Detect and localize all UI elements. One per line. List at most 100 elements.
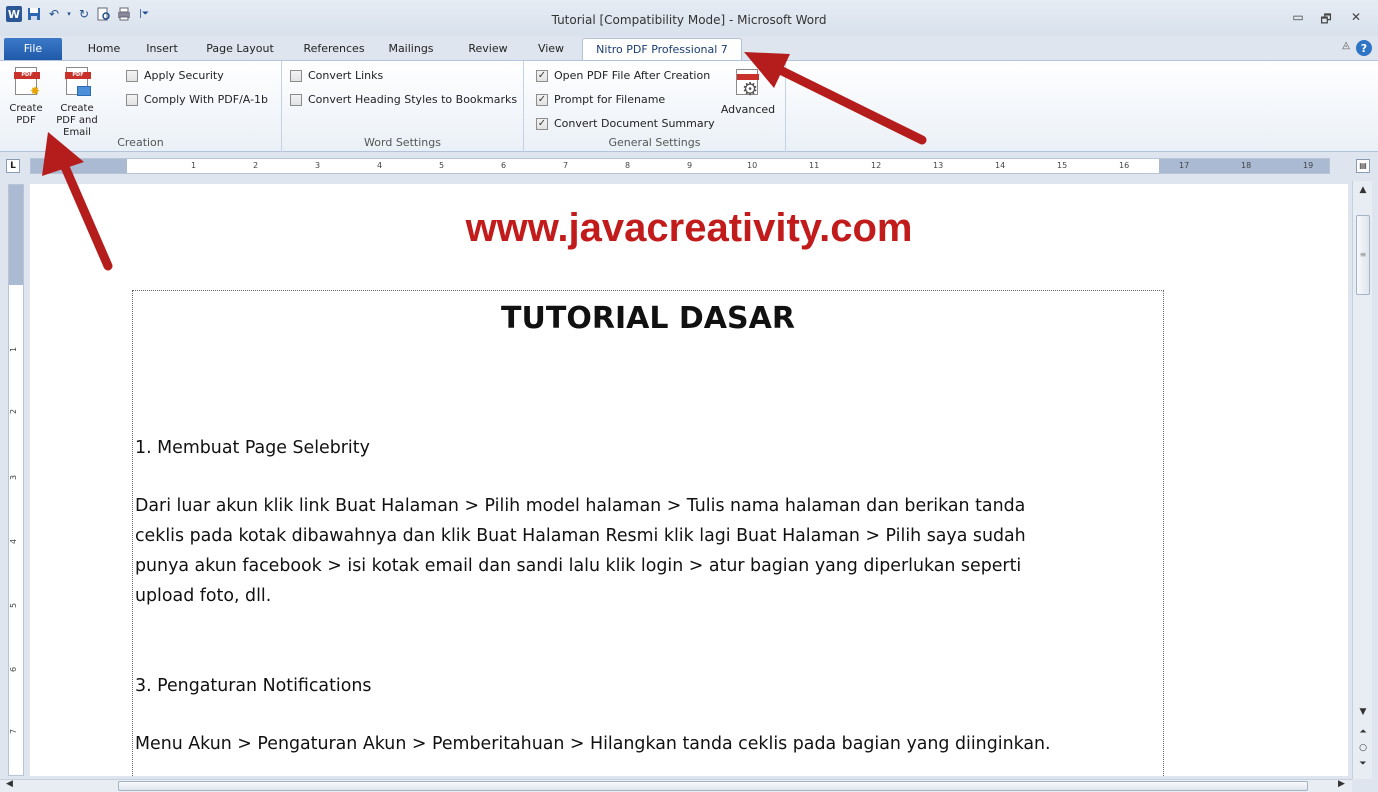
window-title: Tutorial [Compatibility Mode] - Microsof… [551,13,827,27]
checkbox-box [290,93,302,106]
watermark-text: www.javacreativity.com [465,206,913,250]
ruler-number: 6 [501,161,507,170]
ruler-number: 13 [933,161,944,170]
tab-file[interactable]: File [4,38,62,60]
ruler-number: 18 [1241,161,1252,170]
tab-view[interactable]: View [528,38,574,60]
ruler-number: 19 [1303,161,1314,170]
checkbox-checked: ✓ [536,69,548,82]
help-icon[interactable]: ? [1356,40,1372,56]
close-button[interactable]: ✕ [1344,10,1368,26]
create-pdf-icon: PDF ✸ [11,67,41,99]
document-heading: TUTORIAL DASAR [501,301,795,336]
ruler-number: 7 [9,728,19,735]
tab-mailings[interactable]: Mailings [380,38,442,60]
advanced-settings-icon: ⚙ [734,69,762,100]
vertical-scrollbar[interactable]: ▲ ≡ ▼ ⏶ ○ ⏷ [1352,181,1372,779]
create-pdf-button[interactable]: PDF ✸ Create PDF [8,67,44,127]
comply-pdfa-label: Comply With PDF/A-1b [144,93,269,106]
text-box-frame[interactable]: TUTORIAL DASAR 1. Membuat Page Selebrity… [132,290,1164,776]
checkbox-box [126,93,138,106]
group-label-word-settings: Word Settings [364,136,441,149]
ruler-top-margin [9,185,23,285]
apply-security-label: Apply Security [144,69,224,82]
scroll-right-icon[interactable]: ▶ [1338,779,1345,789]
ruler-number: 16 [1119,161,1130,170]
checkbox-checked: ✓ [536,117,548,130]
vertical-scroll-thumb[interactable]: ≡ [1356,215,1370,295]
vertical-ruler[interactable]: 1 2 3 4 5 6 7 [8,184,24,776]
section-title: 1. Membuat Page Selebrity [135,438,370,458]
ribbon-tabs: File Home Insert Page Layout References … [0,36,1378,60]
tab-insert[interactable]: Insert [138,38,186,60]
ruler-number: 6 [9,666,19,673]
restore-button[interactable]: 🗗 [1314,10,1338,26]
checkbox-checked: ✓ [536,93,548,106]
ruler-row: L 1 2 3 4 5 6 7 8 9 10 11 12 13 14 15 16… [0,153,1378,181]
open-pdf-checkbox[interactable]: ✓ Open PDF File After Creation [536,69,710,82]
group-creation: PDF ✸ Create PDF PDF Create PDF and Email… [0,61,282,152]
advanced-label: Advanced [720,103,776,116]
scroll-up-icon[interactable]: ▲ [1353,185,1373,195]
ruler-number: 5 [439,161,445,170]
ruler-left-margin [31,159,127,173]
apply-security-checkbox[interactable]: Apply Security [126,69,224,82]
paragraph-line: upload foto, dll. [135,586,272,606]
ruler-number: 4 [377,161,383,170]
ruler-number: 10 [747,161,758,170]
minimize-ribbon-icon[interactable]: ◬ [1342,40,1350,51]
ruler-number: 12 [871,161,882,170]
prompt-filename-label: Prompt for Filename [554,93,666,106]
prompt-filename-checkbox[interactable]: ✓ Prompt for Filename [536,93,665,106]
ruler-number: 17 [1179,161,1190,170]
ruler-number: 5 [9,602,19,609]
ruler-number: 2 [9,408,19,415]
scroll-down-icon[interactable]: ▼ [1353,707,1373,717]
ruler-number: 3 [9,474,19,481]
previous-page-icon[interactable]: ⏶ [1353,727,1373,737]
ribbon: PDF ✸ Create PDF PDF Create PDF and Email… [0,60,1378,152]
checkbox-box [126,69,138,82]
ruler-number: 14 [995,161,1006,170]
paragraph-line: ceklis pada kotak dibawahnya dan klik Bu… [135,526,1026,546]
convert-headings-checkbox[interactable]: Convert Heading Styles to Bookmarks [290,93,517,106]
ruler-number: 1 [9,346,19,353]
tab-references[interactable]: References [296,38,372,60]
create-pdf-email-button[interactable]: PDF Create PDF and Email [54,67,100,139]
ruler-number: 8 [625,161,631,170]
convert-links-label: Convert Links [308,69,384,82]
comply-pdfa-checkbox[interactable]: Comply With PDF/A-1b [126,93,268,106]
tab-page-layout[interactable]: Page Layout [200,38,280,60]
ruler-number: 1 [191,161,197,170]
tab-stop-selector[interactable]: L [6,159,20,173]
advanced-button[interactable]: ⚙ Advanced [718,69,778,116]
open-pdf-label: Open PDF File After Creation [554,69,711,82]
checkbox-box [290,69,302,82]
group-label-creation: Creation [117,136,164,149]
tab-home[interactable]: Home [80,38,128,60]
section-title: 3. Pengaturan Notifications [135,676,372,696]
minimize-button[interactable]: ▭ [1286,10,1310,26]
convert-summary-label: Convert Document Summary [554,117,715,130]
ruler-number: 15 [1057,161,1068,170]
browse-object-icon[interactable]: ○ [1353,743,1373,753]
horizontal-scrollbar[interactable]: ◀ ▶ [0,779,1352,792]
horizontal-ruler[interactable]: 1 2 3 4 5 6 7 8 9 10 11 12 13 14 15 16 1… [30,158,1330,174]
view-ruler-toggle-icon[interactable]: ▤ [1356,159,1370,173]
convert-links-checkbox[interactable]: Convert Links [290,69,383,82]
document-page[interactable]: www.javacreativity.com TUTORIAL DASAR 1.… [30,184,1348,776]
ruler-number: 11 [809,161,820,170]
ruler-number: 2 [253,161,259,170]
paragraph-line: punya akun facebook > isi kotak email da… [135,556,1022,576]
convert-summary-checkbox[interactable]: ✓ Convert Document Summary [536,117,715,130]
next-page-icon[interactable]: ⏷ [1353,759,1373,769]
scroll-left-icon[interactable]: ◀ [6,779,13,789]
tab-review[interactable]: Review [460,38,516,60]
ruler-number: 4 [9,538,19,545]
paragraph-line: Dari luar akun klik link Buat Halaman > … [135,496,1026,516]
tab-nitro-pdf[interactable]: Nitro PDF Professional 7 [582,38,742,60]
ruler-number: 3 [315,161,321,170]
document-area: www.javacreativity.com TUTORIAL DASAR 1.… [28,184,1350,776]
create-pdf-label: Create PDF [9,103,43,126]
horizontal-scroll-thumb[interactable] [118,781,1308,791]
